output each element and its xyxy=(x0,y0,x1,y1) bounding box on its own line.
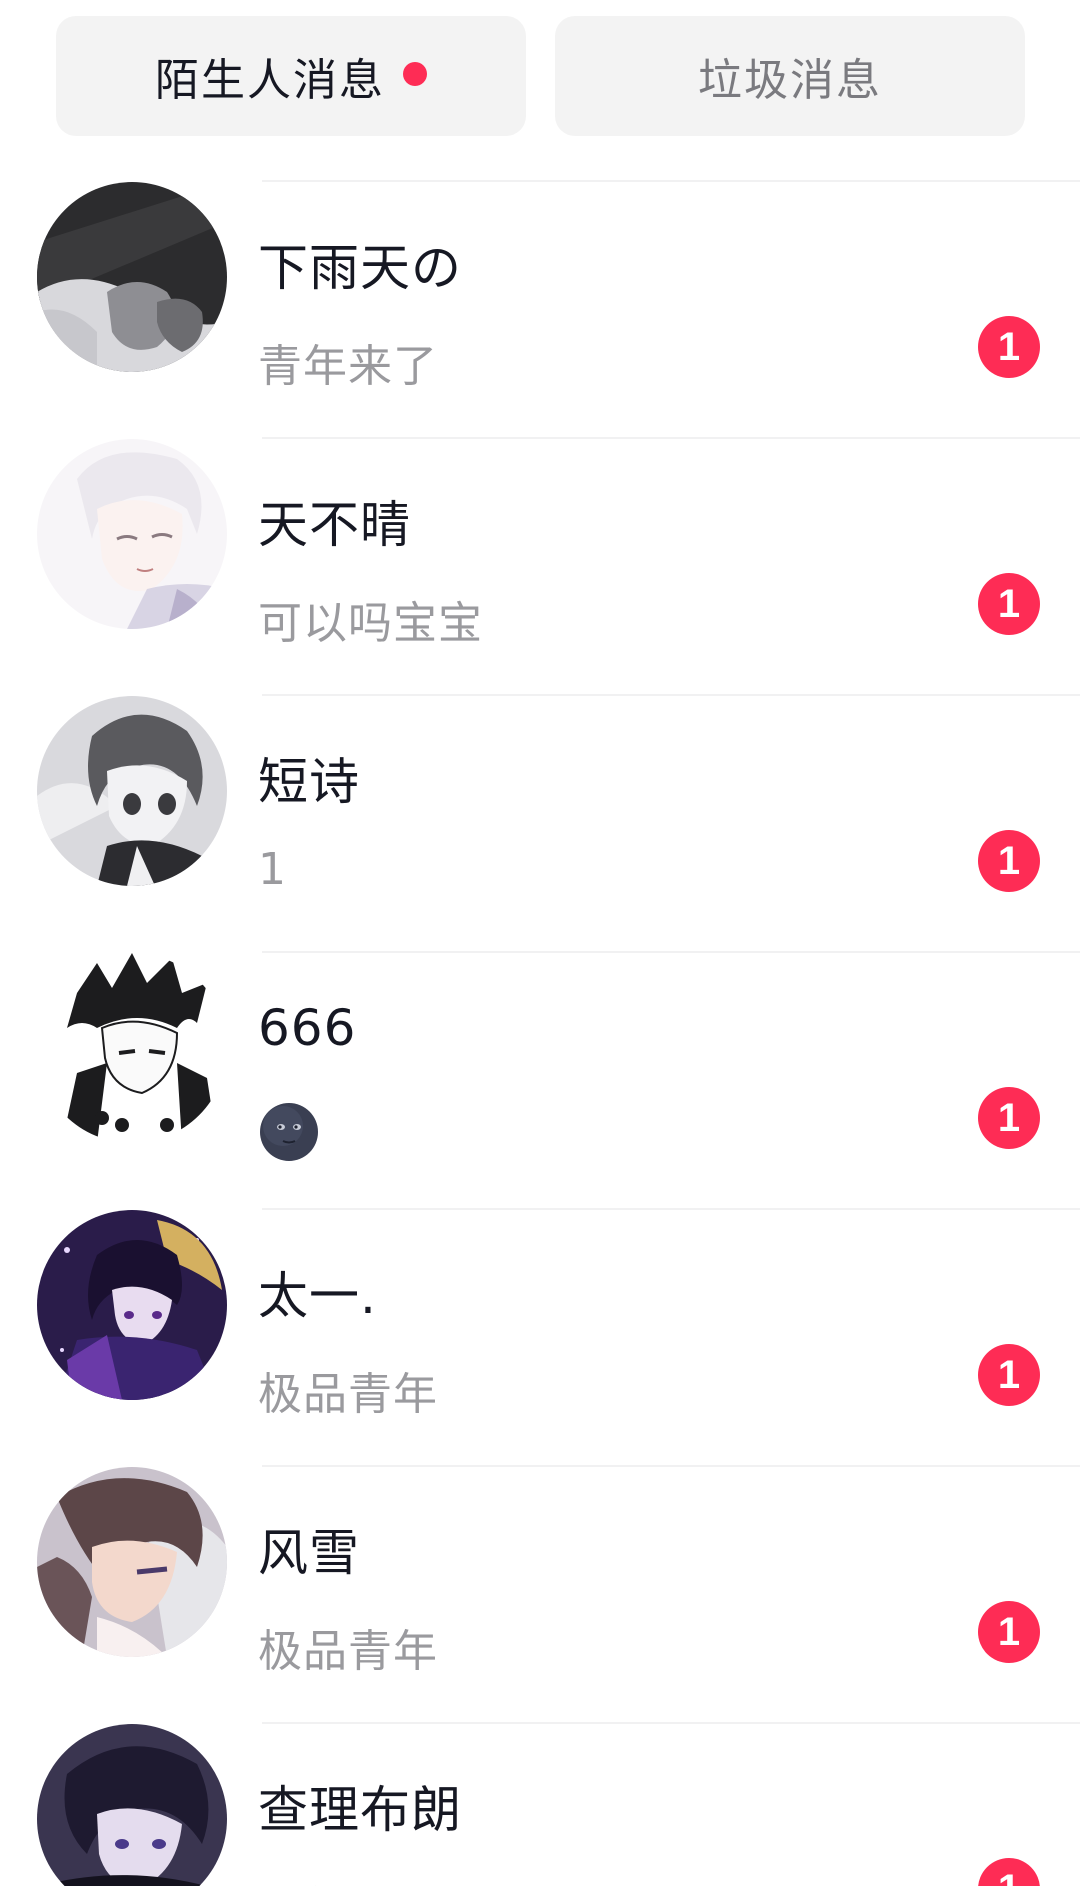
stranger-messages-screen: 陌生人消息 垃圾消息 下雨天の 青年来了 1 天不晴 可以吗宝宝 1 短诗 1 … xyxy=(0,0,1080,1886)
unread-count-badge: 1 xyxy=(978,1087,1040,1149)
conversation-row[interactable]: 下雨天の 青年来了 1 xyxy=(0,180,1080,437)
contact-name: 查理布朗 xyxy=(258,1781,462,1839)
avatar[interactable] xyxy=(37,1724,227,1886)
conversation-list: 下雨天の 青年来了 1 天不晴 可以吗宝宝 1 短诗 1 1 666 1 太一.… xyxy=(0,180,1080,1886)
conversation-row[interactable]: 天不晴 可以吗宝宝 1 xyxy=(0,437,1080,694)
message-preview: 1 xyxy=(258,844,287,895)
avatar[interactable] xyxy=(37,696,227,886)
message-preview: 极品青年 xyxy=(258,1626,438,1677)
conversation-row[interactable]: 太一. 极品青年 1 xyxy=(0,1208,1080,1465)
contact-name: 风雪 xyxy=(258,1524,360,1582)
tab-stranger-messages[interactable]: 陌生人消息 xyxy=(56,16,526,136)
contact-name: 天不晴 xyxy=(258,496,411,554)
avatar[interactable] xyxy=(37,1467,227,1657)
conversation-row[interactable]: 风雪 极品青年 1 xyxy=(0,1465,1080,1722)
avatar[interactable] xyxy=(37,439,227,629)
conversation-row[interactable]: 666 1 xyxy=(0,951,1080,1208)
message-preview: 青年来 占 可试卖 xyxy=(258,1872,603,1886)
row-divider xyxy=(262,951,1080,953)
unread-count-badge: 1 xyxy=(978,316,1040,378)
unread-count-badge: 1 xyxy=(978,830,1040,892)
unread-count-badge: 1 xyxy=(978,1858,1040,1886)
contact-name: 下雨天の xyxy=(258,239,462,297)
unread-dot xyxy=(403,62,427,86)
avatar[interactable] xyxy=(37,1210,227,1400)
row-divider xyxy=(262,694,1080,696)
avatar[interactable] xyxy=(37,953,227,1143)
message-preview: 青年来了 xyxy=(258,341,438,392)
unread-count-badge: 1 xyxy=(978,573,1040,635)
contact-name: 太一. xyxy=(258,1267,377,1325)
new-moon-face-emoji-icon xyxy=(258,1101,320,1163)
unread-count-badge: 1 xyxy=(978,1601,1040,1663)
tab-spam-label: 垃圾消息 xyxy=(698,55,882,106)
row-divider xyxy=(262,1208,1080,1210)
row-divider xyxy=(262,1465,1080,1467)
contact-name: 666 xyxy=(258,999,357,1057)
unread-count-badge: 1 xyxy=(978,1344,1040,1406)
message-category-tabs: 陌生人消息 垃圾消息 xyxy=(0,16,1080,136)
row-divider xyxy=(262,437,1080,439)
tab-spam-messages[interactable]: 垃圾消息 xyxy=(555,16,1025,136)
message-preview xyxy=(258,1101,320,1174)
tab-stranger-label: 陌生人消息 xyxy=(155,55,385,106)
message-preview: 极品青年 xyxy=(258,1369,438,1420)
row-divider xyxy=(262,180,1080,182)
contact-name: 短诗 xyxy=(258,753,360,811)
message-preview: 可以吗宝宝 xyxy=(258,598,483,649)
conversation-row[interactable]: 查理布朗 青年来 占 可试卖 1 xyxy=(0,1722,1080,1886)
avatar[interactable] xyxy=(37,182,227,372)
conversation-row[interactable]: 短诗 1 1 xyxy=(0,694,1080,951)
row-divider xyxy=(262,1722,1080,1724)
